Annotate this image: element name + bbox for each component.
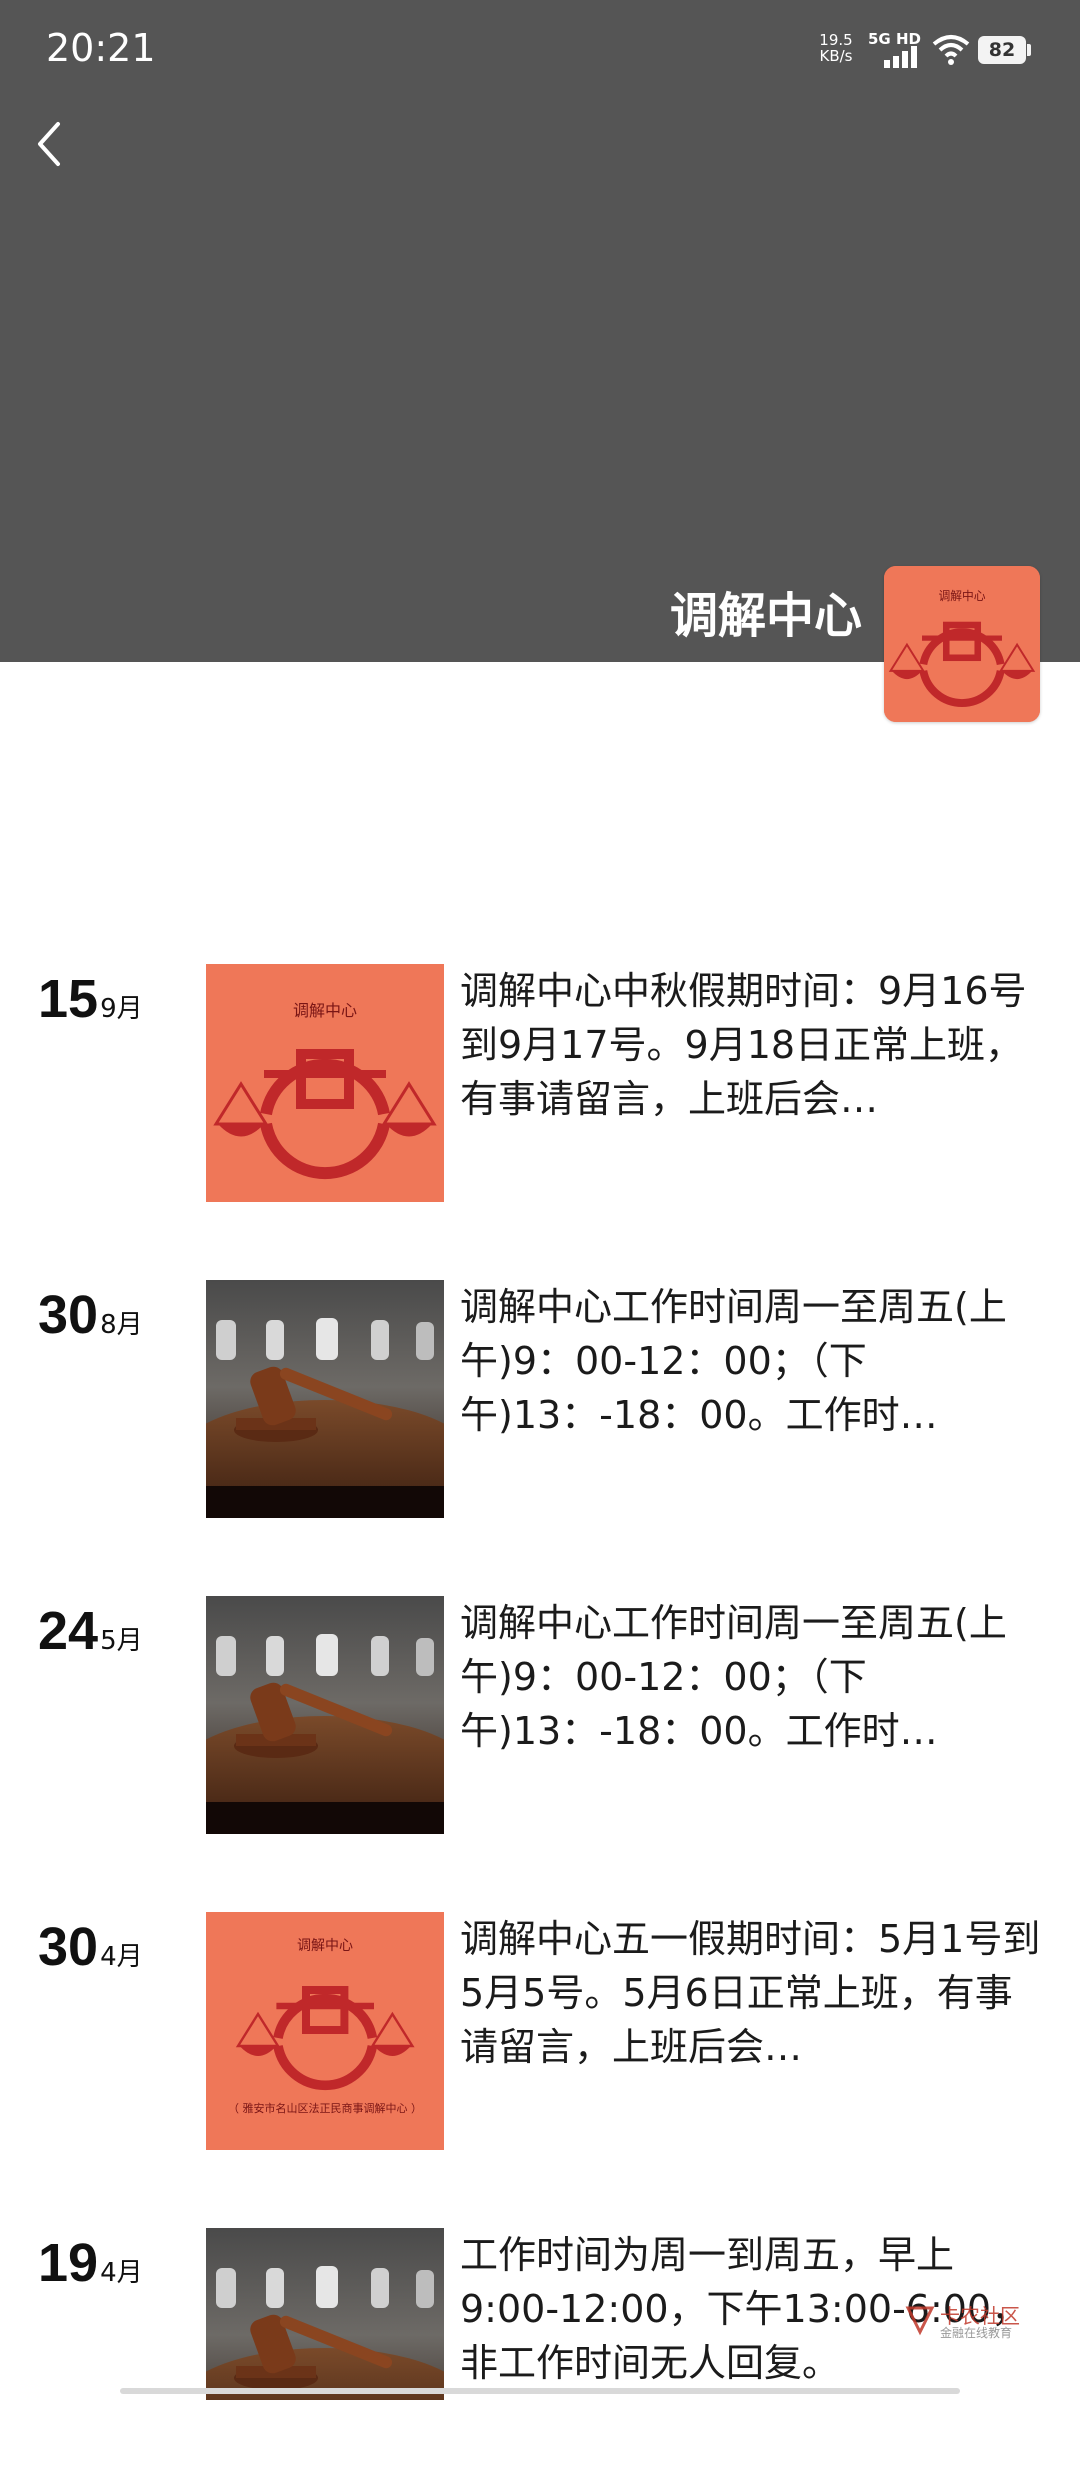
post-summary[interactable]: 调解中心工作时间周一至周五(上午)9：00-12：00；（下午)13：-18：0…: [460, 1280, 1044, 1442]
post-item[interactable]: 245月 调解中心工作时间周一至周五(上午)9：00-12：00；（下午)13：…: [0, 1596, 1080, 1836]
gavel-photo-icon: [206, 2228, 444, 2400]
post-item[interactable]: 304月 调解中心 （ 雅安市名山区法正民商事调解中心 ） 调解中心五一假期时间…: [0, 1912, 1080, 2152]
account-name[interactable]: 调解中心: [670, 576, 862, 646]
logo-title: 调解中心: [293, 1001, 357, 1020]
status-time: 20:21: [46, 26, 156, 70]
post-day: 24: [38, 1601, 99, 1661]
post-item[interactable]: 194月 工作时间为周一到周五，早上9:00-12:00，下午13:00-6:0…: [0, 2228, 1080, 2468]
post-item[interactable]: 159月 调解中心 调解中心中秋假期时间：9月16号到9月17号。9月18日正常…: [0, 964, 1080, 1204]
mediation-logo-icon: 调解中心: [206, 964, 444, 1202]
post-thumbnail[interactable]: 调解中心 （ 雅安市名山区法正民商事调解中心 ）: [206, 1912, 444, 2150]
post-thumbnail[interactable]: [206, 1596, 444, 1834]
post-month: 9月: [100, 994, 143, 1024]
chevron-left-icon: [38, 122, 60, 166]
post-thumbnail[interactable]: 调解中心: [206, 964, 444, 1202]
post-day: 15: [38, 969, 99, 1029]
post-date: 308月: [38, 1284, 143, 1346]
post-day: 19: [38, 2233, 99, 2293]
post-item[interactable]: 308月 调解中心工作时间周一至周五(上午)9：00-12：00；（下午)13：…: [0, 1280, 1080, 1520]
status-bar: 20:21 19.5 KB/s 5G HD 82: [0, 0, 1080, 100]
logo-footer: （ 雅安市名山区法正民商事调解中心 ）: [228, 2101, 422, 2115]
mediation-logo-icon: 调解中心: [884, 566, 1040, 722]
post-month: 8月: [100, 1310, 143, 1340]
battery-icon: 82: [978, 36, 1026, 64]
post-thumbnail[interactable]: [206, 2228, 444, 2400]
post-day: 30: [38, 1917, 99, 1977]
post-date: 159月: [38, 968, 143, 1030]
post-summary[interactable]: 调解中心五一假期时间：5月1号到5月5号。5月6日正常上班，有事请留言，上班后会…: [460, 1912, 1044, 2074]
post-day: 30: [38, 1285, 99, 1345]
signal-icon: [884, 46, 917, 68]
net-speed: 19.5 KB/s: [816, 32, 856, 64]
post-month: 4月: [100, 1942, 143, 1972]
mediation-logo-icon: 调解中心 （ 雅安市名山区法正民商事调解中心 ）: [206, 1912, 444, 2150]
post-date: 245月: [38, 1600, 143, 1662]
logo-title: 调解中心: [938, 589, 985, 603]
back-button[interactable]: [28, 116, 76, 172]
post-thumbnail[interactable]: [206, 1280, 444, 1518]
post-date: 194月: [38, 2232, 143, 2294]
home-indicator: [120, 2388, 960, 2394]
post-summary[interactable]: 调解中心工作时间周一至周五(上午)9：00-12：00；（下午)13：-18：0…: [460, 1596, 1044, 1758]
battery-tip: [1027, 44, 1031, 56]
net-speed-value: 19.5: [819, 31, 853, 49]
account-avatar[interactable]: 调解中心: [884, 566, 1040, 722]
wifi-icon: [932, 35, 970, 65]
watermark-sub: 金融在线教育: [940, 2326, 1013, 2340]
post-summary[interactable]: 调解中心中秋假期时间：9月16号到9月17号。9月18日正常上班，有事请留言，上…: [460, 964, 1044, 1126]
watermark-logo-icon: [905, 2306, 935, 2336]
gavel-photo-icon: [206, 1280, 444, 1518]
net-speed-unit: KB/s: [819, 47, 853, 65]
post-date: 304月: [38, 1916, 143, 1978]
logo-title: 调解中心: [297, 1938, 353, 1954]
watermark: 卡农社区 金融在线教育: [904, 2296, 1064, 2344]
post-month: 4月: [100, 2258, 143, 2288]
gavel-photo-icon: [206, 1596, 444, 1834]
post-month: 5月: [100, 1626, 143, 1656]
